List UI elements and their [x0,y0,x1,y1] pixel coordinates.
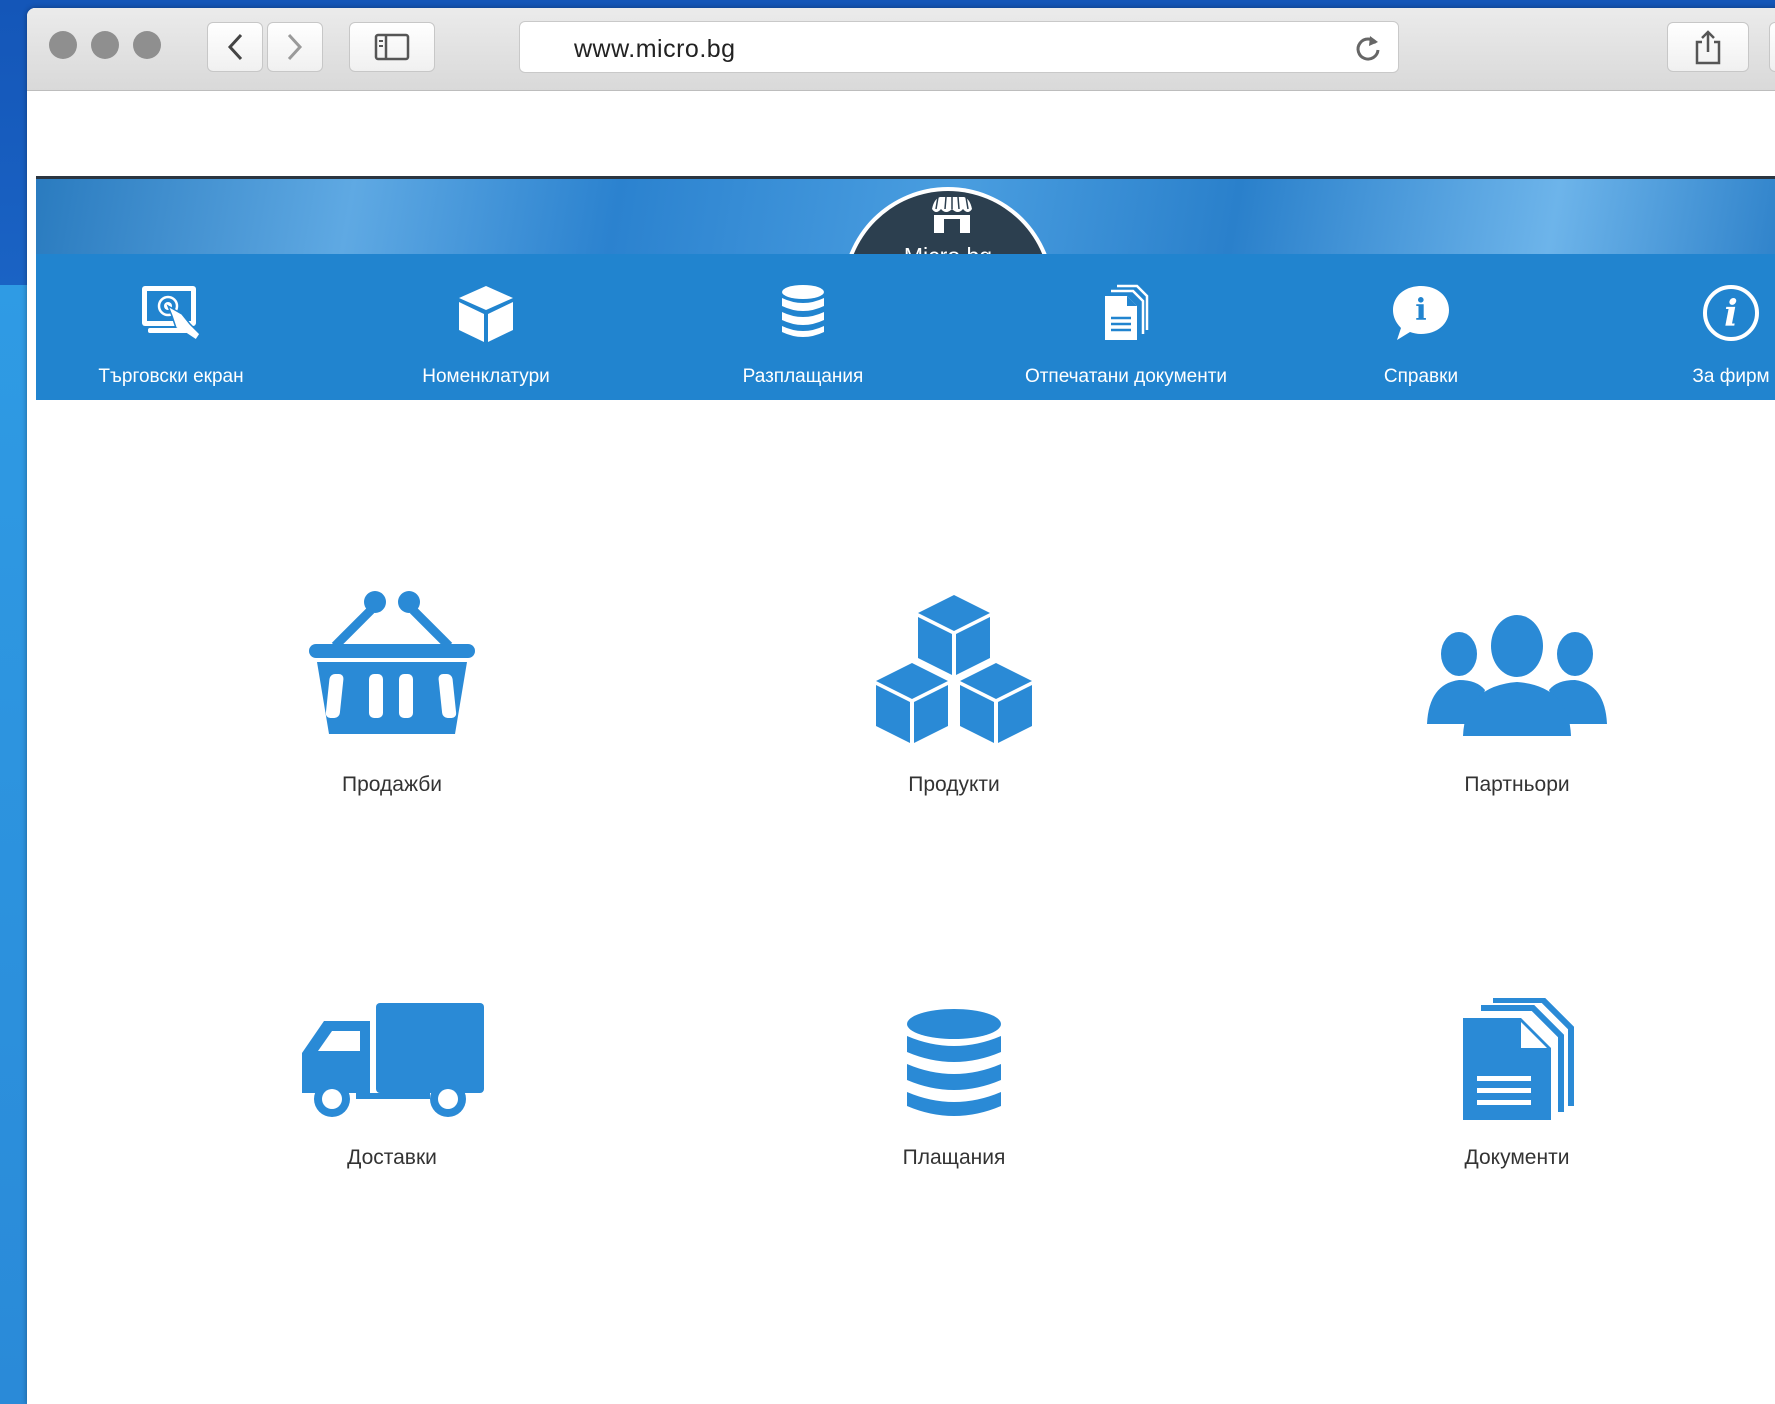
main-nav: Търговски екран Номенклатури Разплащания [36,254,1775,400]
browser-window: www.micro.bg Micro.bg [27,8,1775,1404]
tile-label: Плащания [902,1146,1006,1169]
forward-button[interactable] [267,22,323,72]
tile-payments[interactable]: Плащания [804,998,1104,1198]
reload-icon [1356,36,1380,61]
chevron-right-icon [287,33,303,61]
cubes-icon [876,595,1032,743]
tile-label: Продукти [908,773,1000,796]
basket-icon [309,591,475,734]
storefront-icon [932,196,972,233]
tile-label: Доставки [347,1146,437,1169]
nav-label: Справки [1383,366,1459,387]
info-circle-icon: i [1703,285,1759,341]
share-icon [1695,30,1721,65]
site-header-banner: Micro.bg [36,176,1775,254]
nav-item-reports[interactable]: i Справки [1306,254,1536,400]
reload-button[interactable] [1352,32,1384,69]
truck-icon [302,1003,484,1117]
nav-label: За фирм [1692,366,1770,387]
nav-label: Отпечатани документи [1024,366,1228,387]
logo-text: Micro.bg [846,243,1050,254]
nav-label: Разплащания [742,366,864,387]
desktop-background-left [0,285,28,1404]
back-button[interactable] [207,22,263,72]
sidebar-icon [374,33,410,61]
box-icon [459,286,513,342]
tile-deliveries[interactable]: Доставки [242,998,542,1198]
tile-partners[interactable]: Партньори [1367,588,1667,808]
tile-label: Документи [1464,1146,1570,1169]
nav-label: Търговски екран [98,366,244,387]
nav-item-printed-documents[interactable]: Отпечатани документи [996,254,1256,400]
url-text: www.micro.bg [574,35,736,63]
touch-screen-icon [142,286,201,342]
documents-icon [1463,998,1574,1120]
nav-label: Номенклатури [422,366,550,387]
tile-documents[interactable]: Документи [1367,998,1667,1198]
info-bubble-icon: i [1393,286,1449,340]
tile-label: Продажби [342,773,442,796]
tile-label: Партньори [1464,773,1570,796]
tabs-overview-button[interactable] [1769,22,1775,72]
svg-text:i: i [1724,293,1738,335]
minimize-window-button[interactable] [91,31,119,59]
database-icon [782,285,824,337]
close-window-button[interactable] [49,31,77,59]
svg-text:i: i [1415,293,1426,328]
site-logo[interactable]: Micro.bg [842,187,1054,254]
share-button[interactable] [1667,22,1749,72]
database-icon [907,1009,1001,1116]
chevron-left-icon [227,33,243,61]
documents-icon [1105,284,1149,340]
nav-item-settlements[interactable]: Разплащания [688,254,918,400]
nav-item-about-company[interactable]: i За фирм [1616,254,1775,400]
nav-item-trade-screen[interactable]: Търговски екран [56,254,286,400]
sidebar-toggle-button[interactable] [349,22,435,72]
tile-sales[interactable]: Продажби [242,588,542,808]
zoom-window-button[interactable] [133,31,161,59]
nav-item-nomenclatures[interactable]: Номенклатури [371,254,601,400]
tile-products[interactable]: Продукти [804,588,1104,808]
users-icon [1427,615,1607,736]
address-bar[interactable]: www.micro.bg [519,21,1399,73]
browser-toolbar: www.micro.bg [27,8,1775,91]
